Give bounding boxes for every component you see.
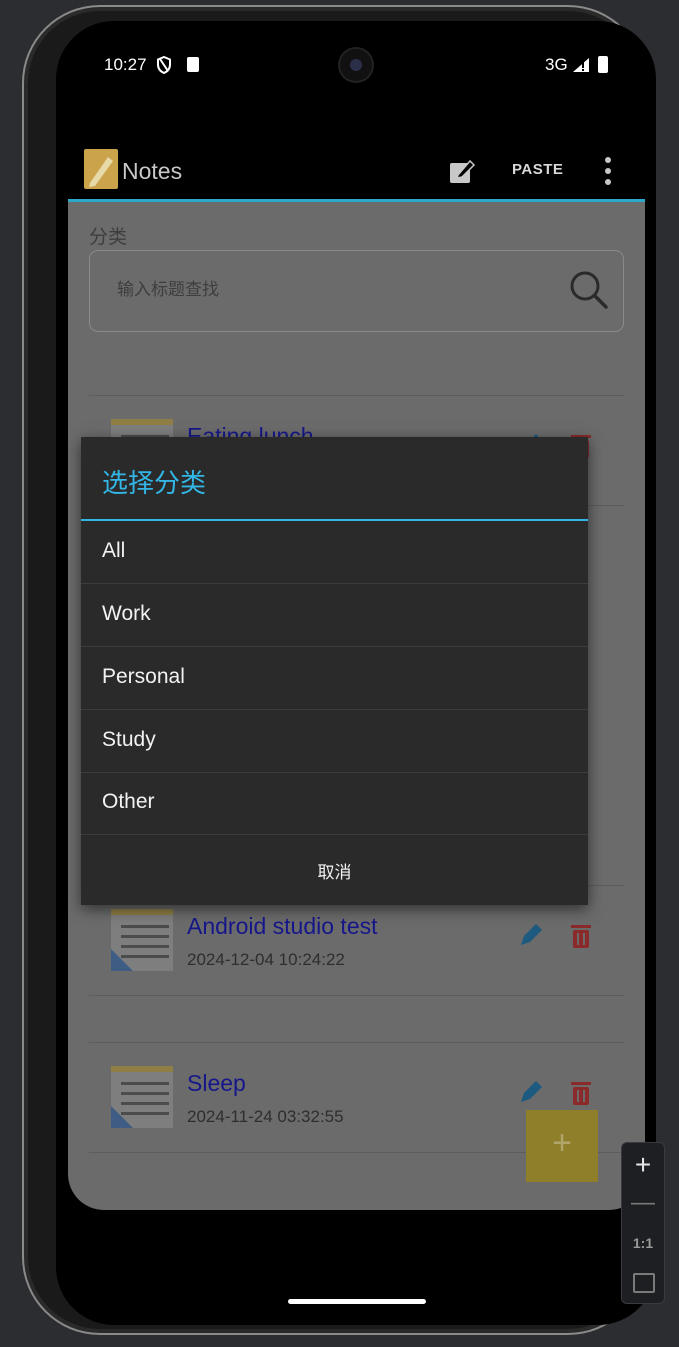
zoom-out-button[interactable]: —	[622, 1189, 664, 1217]
search-input[interactable]	[115, 279, 559, 301]
category-option-other[interactable]: Other	[81, 772, 588, 835]
note-title[interactable]: Android studio test	[187, 913, 378, 940]
shield-icon	[157, 56, 171, 74]
option-label: Study	[102, 728, 156, 751]
status-bar: 10:27 3G	[56, 21, 656, 111]
search-icon[interactable]	[568, 269, 610, 311]
navigation-handle[interactable]	[288, 1299, 426, 1304]
paste-button[interactable]: PASTE	[512, 161, 563, 178]
add-icon: +	[552, 1124, 572, 1162]
emulator-zoom-panel: + — 1:1	[621, 1142, 665, 1304]
option-label: All	[102, 539, 126, 562]
category-label[interactable]: 分类	[89, 222, 127, 249]
dialog-title: 选择分类	[102, 468, 207, 498]
note-thumbnail-icon	[111, 1066, 173, 1128]
search-box	[89, 250, 624, 332]
sd-card-icon	[187, 57, 199, 72]
status-time: 10:27	[104, 55, 147, 74]
front-camera	[340, 49, 372, 81]
app-bar: Notes PASTE	[68, 141, 645, 202]
zoom-in-button[interactable]: +	[622, 1149, 664, 1181]
more-options-icon[interactable]	[605, 157, 611, 185]
note-thumbnail-icon	[111, 909, 173, 971]
cancel-label: 取消	[317, 863, 352, 882]
option-label: Personal	[102, 665, 185, 688]
battery-icon	[598, 56, 608, 73]
actual-size-button[interactable]: 1:1	[622, 1235, 664, 1251]
edit-icon[interactable]	[517, 921, 545, 949]
notes-logo-icon	[84, 149, 118, 189]
option-label: Work	[102, 602, 151, 625]
category-option-all[interactable]: All	[81, 521, 588, 584]
app-title: Notes	[122, 158, 183, 184]
cancel-button[interactable]: 取消	[81, 835, 588, 905]
category-dialog: 选择分类 All Work Personal Study Other 取消	[81, 437, 588, 905]
add-note-button[interactable]: +	[526, 1110, 598, 1182]
option-label: Other	[102, 790, 155, 813]
edit-icon[interactable]	[517, 1078, 545, 1106]
note-title[interactable]: Sleep	[187, 1070, 246, 1097]
category-option-study[interactable]: Study	[81, 710, 588, 773]
network-type: 3G	[545, 55, 568, 74]
new-note-icon[interactable]	[448, 157, 476, 185]
delete-icon[interactable]	[569, 921, 593, 949]
category-option-work[interactable]: Work	[81, 584, 588, 647]
delete-icon[interactable]	[569, 1078, 593, 1106]
signal-icon	[573, 58, 589, 72]
note-date: 2024-12-04 10:24:22	[187, 950, 345, 969]
note-date: 2024-11-24 03:32:55	[187, 1107, 344, 1126]
category-option-personal[interactable]: Personal	[81, 647, 588, 710]
fit-screen-icon[interactable]	[633, 1273, 655, 1293]
